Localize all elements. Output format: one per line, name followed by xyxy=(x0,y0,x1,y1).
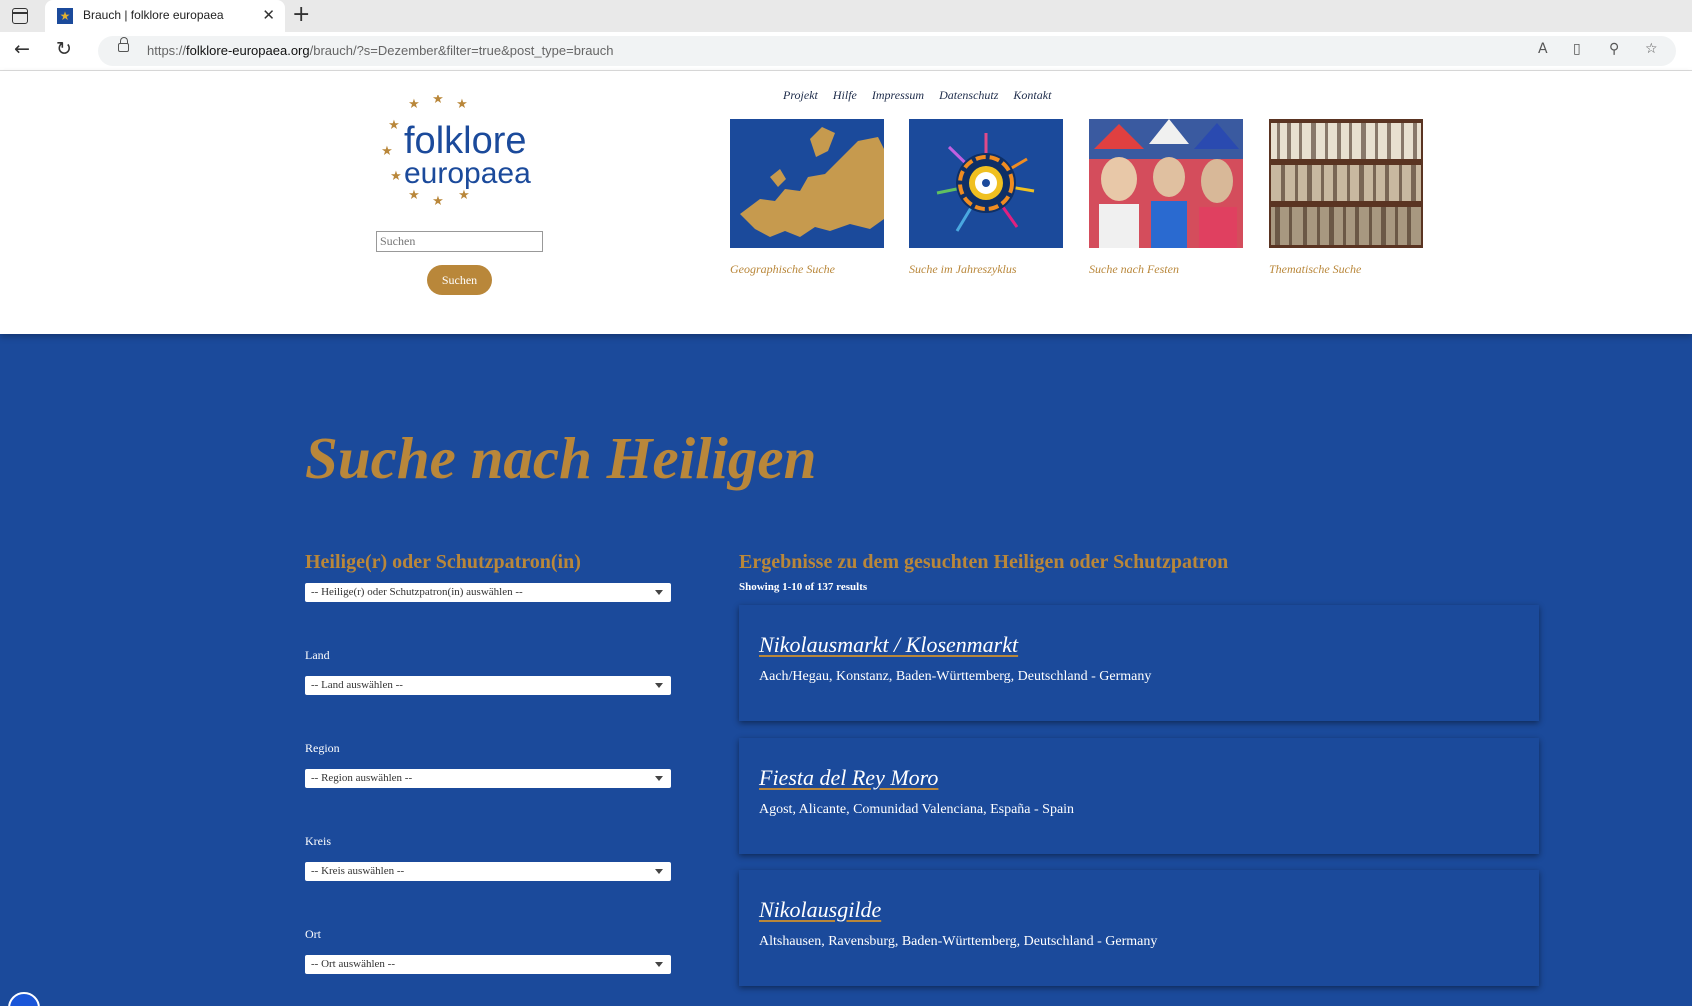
browser-tab[interactable]: ★ Brauch | folklore europaea ✕ xyxy=(45,0,285,32)
svg-text:★: ★ xyxy=(456,97,468,112)
chevron-down-icon xyxy=(655,869,663,874)
region-select-value: -- Region auswählen -- xyxy=(311,772,413,784)
saint-select-value: -- Heilige(r) oder Schutzpatron(in) ausw… xyxy=(311,586,523,598)
result-title-link[interactable]: Fiesta del Rey Moro xyxy=(759,765,938,791)
district-select-value: -- Kreis auswählen -- xyxy=(311,865,405,877)
district-label: Kreis xyxy=(305,834,331,848)
nav-datenschutz[interactable]: Datenschutz xyxy=(939,88,998,103)
chevron-down-icon xyxy=(655,683,663,688)
country-select[interactable]: -- Land auswählen -- xyxy=(305,676,671,695)
saint-select[interactable]: -- Heilige(r) oder Schutzpatron(in) ausw… xyxy=(305,583,671,602)
result-card: Nikolausgilde Altshausen, Ravensburg, Ba… xyxy=(739,870,1539,986)
immersive-reader-icon[interactable]: ▯ xyxy=(1573,41,1581,57)
nav-hilfe[interactable]: Hilfe xyxy=(833,88,857,103)
svg-text:★: ★ xyxy=(432,95,444,107)
tile-geographic-search[interactable]: Geographische Suche xyxy=(730,119,884,277)
nav-kontakt[interactable]: Kontakt xyxy=(1013,88,1051,103)
nav-projekt[interactable]: Projekt xyxy=(783,88,818,103)
result-location: Aach/Hegau, Konstanz, Baden-Württemberg,… xyxy=(759,669,1152,684)
country-select-value: -- Land auswählen -- xyxy=(311,679,403,691)
zoom-icon[interactable]: ⚲ xyxy=(1609,41,1619,57)
chevron-down-icon xyxy=(655,962,663,967)
address-bar-row: ← ↻ https://folklore-europaea.org/brauch… xyxy=(0,32,1692,71)
result-location: Altshausen, Ravensburg, Baden-Württember… xyxy=(759,934,1158,949)
folklore-europaea-logo[interactable]: ★ ★ ★ ★ ★ ★ ★ ★ ★ folklore europaea xyxy=(378,95,543,205)
search-input[interactable] xyxy=(376,231,543,252)
tile-annual-cycle-search[interactable]: Suche im Jahreszyklus xyxy=(909,119,1063,277)
new-tab-icon[interactable]: + xyxy=(292,2,310,27)
search-button[interactable]: Suchen xyxy=(427,265,492,295)
chevron-down-icon xyxy=(655,590,663,595)
nav-impressum[interactable]: Impressum xyxy=(872,88,924,103)
place-select[interactable]: -- Ort auswählen -- xyxy=(305,955,671,974)
svg-text:★: ★ xyxy=(390,169,402,184)
bookshelf-image xyxy=(1269,119,1423,248)
result-card: Fiesta del Rey Moro Agost, Alicante, Com… xyxy=(739,738,1539,854)
svg-text:★: ★ xyxy=(408,188,420,203)
browser-tab-bar: ★ Brauch | folklore europaea ✕ + xyxy=(0,0,1692,32)
main-content: Suche nach Heiligen Heilige(r) oder Schu… xyxy=(0,334,1692,1006)
svg-text:★: ★ xyxy=(408,97,420,112)
page-title: Suche nach Heiligen xyxy=(305,425,817,491)
results-title: Ergebnisse zu dem gesuchten Heiligen ode… xyxy=(739,551,1229,573)
svg-text:★: ★ xyxy=(432,194,444,205)
tile-label[interactable]: Thematische Suche xyxy=(1269,262,1423,277)
svg-text:★: ★ xyxy=(381,144,393,159)
svg-text:★: ★ xyxy=(458,188,470,203)
close-tab-icon[interactable]: ✕ xyxy=(262,6,275,24)
accessibility-icon[interactable] xyxy=(8,992,40,1006)
read-aloud-icon[interactable]: A xyxy=(1538,41,1548,57)
top-nav: Projekt Hilfe Impressum Datenschutz Kont… xyxy=(783,88,1051,103)
festival-masks-image xyxy=(1089,119,1243,248)
region-select[interactable]: -- Region auswählen -- xyxy=(305,769,671,788)
result-location: Agost, Alicante, Comunidad Valenciana, E… xyxy=(759,802,1075,817)
tile-label[interactable]: Suche im Jahreszyklus xyxy=(909,262,1063,277)
site-header: ★ ★ ★ ★ ★ ★ ★ ★ ★ folklore europaea Suchen Pro… xyxy=(0,71,1692,334)
annual-cycle-image xyxy=(909,119,1063,248)
district-select[interactable]: -- Kreis auswählen -- xyxy=(305,862,671,881)
reload-icon[interactable]: ↻ xyxy=(56,38,72,60)
tile-festival-search[interactable]: Suche nach Festen xyxy=(1089,119,1243,277)
svg-text:★: ★ xyxy=(388,118,400,133)
favorites-star-icon[interactable]: ☆ xyxy=(1645,41,1658,57)
place-select-value: -- Ort auswählen -- xyxy=(311,958,395,970)
svg-text:europaea: europaea xyxy=(404,157,531,190)
tile-thematic-search[interactable]: Thematische Suche xyxy=(1269,119,1423,277)
result-card: Nikolausmarkt / Klosenmarkt Aach/Hegau, … xyxy=(739,605,1539,721)
chevron-down-icon xyxy=(655,776,663,781)
region-label: Region xyxy=(305,741,340,755)
result-title-link[interactable]: Nikolausmarkt / Klosenmarkt xyxy=(759,632,1018,658)
filter-title: Heilige(r) oder Schutzpatron(in) xyxy=(305,551,581,573)
result-title-link[interactable]: Nikolausgilde xyxy=(759,897,881,923)
country-label: Land xyxy=(305,648,330,662)
back-arrow-icon[interactable]: ← xyxy=(14,38,30,60)
results-count: Showing 1-10 of 137 results xyxy=(739,581,868,593)
tile-label[interactable]: Geographische Suche xyxy=(730,262,884,277)
tile-label[interactable]: Suche nach Festen xyxy=(1089,262,1243,277)
tab-actions-icon[interactable] xyxy=(12,8,28,24)
lock-icon[interactable] xyxy=(118,37,129,52)
place-label: Ort xyxy=(305,927,321,941)
svg-text:folklore: folklore xyxy=(404,120,527,162)
europe-map-image xyxy=(730,119,884,248)
favicon-icon: ★ xyxy=(57,8,73,24)
url-text[interactable]: https://folklore-europaea.org/brauch/?s=… xyxy=(147,43,613,58)
tab-title: Brauch | folklore europaea xyxy=(83,8,224,22)
